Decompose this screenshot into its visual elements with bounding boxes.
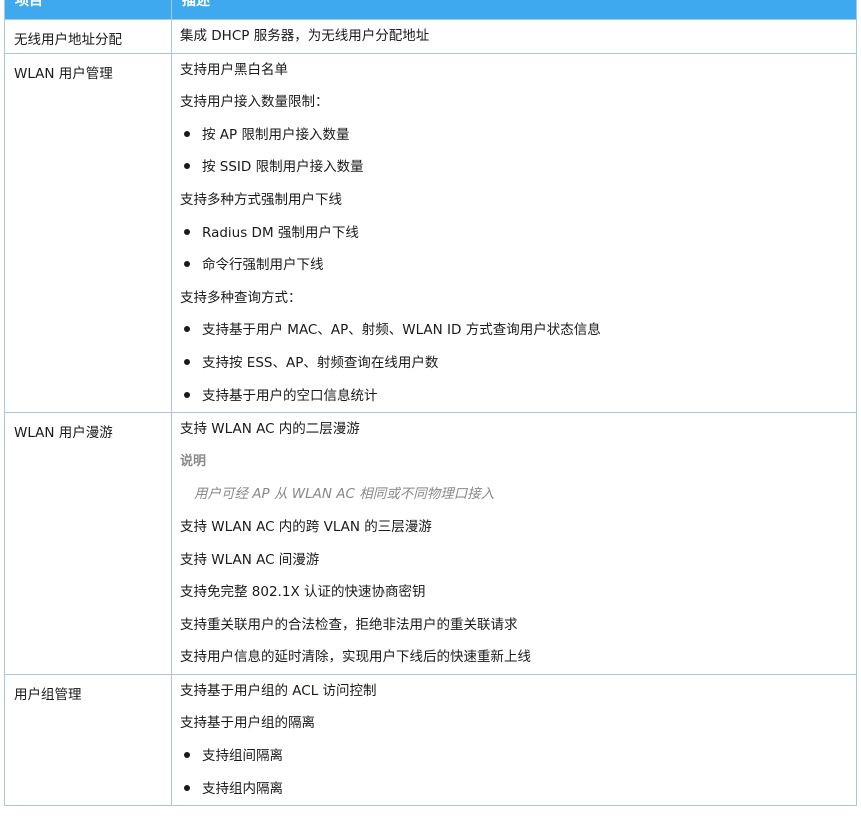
bullet-item: Radius DM 强制用户下线 bbox=[180, 217, 848, 250]
bullet-text: 支持按 ESS、AP、射频查询在线用户数 bbox=[202, 354, 439, 371]
header-item: 项目 bbox=[4, 0, 172, 20]
desc-line: 支持用户黑白名单 bbox=[180, 61, 288, 78]
table-row: 用户组管理 支持基于用户组的 ACL 访问控制 支持基于用户组的隔离支持组间隔离 支持… bbox=[4, 673, 857, 807]
bullet-dot-icon bbox=[184, 130, 190, 137]
bullet-item: 支持基于用户 MAC、AP、射频、WLAN ID 方式查询用户状态信息 bbox=[180, 314, 848, 347]
desc-cell: 集成 DHCP 服务器，为无线用户分配地址 bbox=[171, 19, 857, 54]
bullet-dot-icon bbox=[184, 261, 190, 268]
bullet-text: 支持基于用户 MAC、AP、射频、WLAN ID 方式查询用户状态信息 bbox=[202, 322, 601, 339]
bullet-text: 按 AP 限制用户接入数量 bbox=[202, 126, 350, 143]
desc-line: 支持多种查询方式： bbox=[180, 289, 302, 306]
desc-cell: 支持基于用户组的 ACL 访问控制 支持基于用户组的隔离支持组间隔离 支持组内隔离 bbox=[171, 673, 857, 807]
desc-line: 支持 WLAN AC 内的二层漫游 bbox=[180, 421, 360, 438]
item-cell: 用户组管理 bbox=[4, 673, 172, 807]
bullet-text: 支持组内隔离 bbox=[202, 780, 283, 797]
item-cell: WLAN 用户管理 bbox=[4, 52, 172, 414]
bullet-item: 支持基于用户的空口信息统计 bbox=[180, 380, 848, 413]
header-desc: 描述 bbox=[171, 0, 857, 20]
table-header-row: 项目 描述 bbox=[4, 0, 857, 20]
bullet-text: 支持基于用户的空口信息统计 bbox=[202, 387, 378, 404]
desc-line: 集成 DHCP 服务器，为无线用户分配地址 bbox=[180, 28, 430, 44]
desc-line: 支持用户信息的延时清除，实现用户下线后的快速重新上线 bbox=[180, 649, 531, 666]
bullet-dot-icon bbox=[184, 163, 190, 170]
desc-line: 支持重关联用户的合法检查，拒绝非法用户的重关联请求 bbox=[180, 616, 518, 633]
desc-cell: 支持 WLAN AC 内的二层漫游 说明用户可经 AP 从 WLAN AC 相同或… bbox=[171, 412, 857, 675]
bullet-dot-icon bbox=[184, 784, 190, 791]
bullet-text: 按 SSID 限制用户接入数量 bbox=[202, 159, 364, 176]
bullet-dot-icon bbox=[184, 752, 190, 759]
bullet-dot-icon bbox=[184, 228, 190, 235]
bullet-item: 命令行强制用户下线 bbox=[180, 249, 848, 282]
table-row: 无线用户地址分配 集成 DHCP 服务器，为无线用户分配地址 bbox=[4, 19, 857, 54]
bullet-text: 命令行强制用户下线 bbox=[202, 257, 324, 274]
bullet-item: 支持组内隔离 bbox=[180, 773, 848, 806]
table-row: WLAN 用户漫游 支持 WLAN AC 内的二层漫游 说明用户可经 AP 从 WL… bbox=[4, 412, 857, 675]
desc-line: 支持基于用户组的 ACL 访问控制 bbox=[180, 682, 377, 699]
table-body: 无线用户地址分配 集成 DHCP 服务器，为无线用户分配地址 WLAN 用户管理 支持… bbox=[4, 19, 857, 807]
desc-cell: 支持用户黑白名单支持用户接入数量限制： 按 AP 限制用户接入数量按 SSID 限… bbox=[171, 52, 857, 414]
bullet-text: 支持组间隔离 bbox=[202, 748, 283, 765]
desc-line: 支持免完整 802.1X 认证的快速协商密钥 bbox=[180, 584, 426, 601]
item-cell: WLAN 用户漫游 bbox=[4, 412, 172, 675]
desc-line: 支持基于用户组的隔离 bbox=[180, 715, 315, 732]
bullet-item: 按 SSID 限制用户接入数量 bbox=[180, 151, 848, 184]
bullet-item: 按 AP 限制用户接入数量 bbox=[180, 119, 848, 152]
desc-line: 支持用户接入数量限制： bbox=[180, 94, 329, 111]
desc-line: 支持 WLAN AC 内的跨 VLAN 的三层漫游 bbox=[180, 518, 432, 535]
note-body: 用户可经 AP 从 WLAN AC 相同或不同物理口接入 bbox=[194, 486, 495, 503]
item-cell: 无线用户地址分配 bbox=[4, 19, 172, 54]
desc-line: 支持多种方式强制用户下线 bbox=[180, 191, 342, 208]
spec-table: 项目 描述 无线用户地址分配 集成 DHCP 服务器，为无线用户分配地址 WLAN … bbox=[4, 0, 857, 807]
desc-line: 支持 WLAN AC 间漫游 bbox=[180, 551, 320, 568]
bullet-dot-icon bbox=[184, 358, 190, 365]
note-title: 说明 bbox=[180, 453, 207, 469]
table-row: WLAN 用户管理 支持用户黑白名单支持用户接入数量限制： 按 AP 限制用户接入数… bbox=[4, 52, 857, 414]
bullet-text: Radius DM 强制用户下线 bbox=[202, 224, 359, 241]
bullet-dot-icon bbox=[184, 391, 190, 398]
bullet-item: 支持组间隔离 bbox=[180, 740, 848, 773]
bullet-item: 支持按 ESS、AP、射频查询在线用户数 bbox=[180, 347, 848, 380]
bullet-dot-icon bbox=[184, 326, 190, 333]
